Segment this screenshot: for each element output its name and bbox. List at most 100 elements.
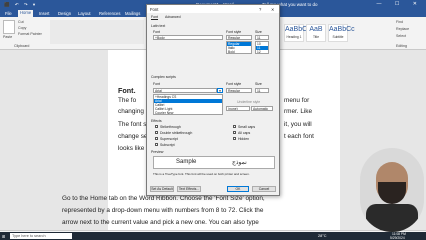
style-subtitle[interactable]: AaBbCc Subtitle (328, 24, 355, 42)
quick-access-toolbar[interactable]: ⬛ ↶ ↷ ▾ (4, 2, 37, 8)
doc-line: menu for (284, 97, 310, 104)
weather-indicator[interactable]: 28°C (318, 234, 326, 238)
text-effects-button[interactable]: Text Effects... (177, 186, 201, 192)
tab-insert[interactable]: Insert (37, 11, 51, 16)
latin-font-field[interactable]: +Body (153, 35, 223, 40)
doc-line: t each font (284, 133, 314, 140)
hidden-checkbox[interactable] (233, 137, 236, 140)
cs-size-field[interactable]: 11 (255, 88, 269, 93)
small-caps-checkbox[interactable] (233, 125, 236, 128)
copy-button[interactable]: Copy (18, 26, 26, 30)
editing-group-label: Editing (396, 44, 407, 48)
find-button[interactable]: Find (396, 20, 403, 24)
close-icon[interactable]: ✕ (271, 7, 275, 12)
strikethrough-checkbox[interactable] (155, 125, 158, 128)
doc-line: changing (118, 108, 144, 115)
cs-style-field[interactable]: Regular (226, 88, 252, 93)
style-name: Subtitle (332, 35, 344, 39)
tab-references[interactable]: References (97, 11, 122, 16)
style-title[interactable]: AaB Title (306, 24, 326, 42)
help-icon[interactable]: ? (259, 7, 261, 12)
dialog-titlebar: Font ? ✕ (147, 5, 279, 13)
underline-style-field[interactable]: (none) (226, 106, 250, 111)
preview-note: This is a TrueType font. This font will … (153, 172, 250, 176)
tab-mailings[interactable]: Mailings (123, 11, 142, 16)
webcam-overlay (360, 148, 424, 232)
doc-line: Go to the Home tab on the Word Ribbon. C… (62, 195, 265, 202)
double-strikethrough-checkbox[interactable] (155, 131, 158, 134)
clipboard-group-label: Clipboard (14, 44, 30, 48)
subscript-checkbox[interactable] (155, 143, 158, 146)
doc-line: The font s (118, 121, 147, 128)
taskbar-search[interactable]: Type here to search (10, 233, 72, 239)
start-icon[interactable]: ⊞ (2, 234, 5, 239)
checkbox-label: Double strikethrough (160, 130, 193, 135)
tab-home[interactable]: Home (18, 10, 34, 17)
latin-style-list[interactable]: Regular Italic Bold (226, 41, 252, 54)
cut-button[interactable]: Cut (18, 20, 24, 24)
style-name: Heading 1 (286, 35, 302, 39)
latin-style-field[interactable]: Regular (226, 35, 252, 40)
cs-size-label: Size (255, 82, 262, 86)
checkbox-label: Strikethrough (160, 124, 181, 129)
latin-size-list[interactable]: 10 11 12 (255, 41, 269, 54)
cs-style-label: Font style (226, 82, 242, 86)
list-item[interactable]: 12 (256, 50, 268, 53)
tab-file[interactable]: File (3, 11, 14, 16)
complex-scripts-label: Complex scripts (151, 75, 176, 79)
preview-box: Sample نموذج (153, 156, 275, 169)
doc-line: rmer. Like (284, 108, 313, 115)
clock-date[interactable]: 5/29/2024 (390, 236, 405, 240)
ok-button[interactable]: OK (227, 186, 249, 192)
dialog-title: Font (150, 6, 159, 12)
doc-heading: Font. (118, 86, 136, 95)
doc-line: looks like (118, 145, 145, 152)
font-dropdown-list[interactable]: +Headings CS Arial Calibri Calibri Light… (153, 94, 223, 115)
style-preview: AaBbCc (329, 26, 355, 33)
paste-icon[interactable] (3, 20, 15, 34)
doc-line: arrow next to the current value and pick… (62, 219, 259, 226)
presenter-shirt (366, 204, 418, 232)
latin-size-field[interactable]: 11 (255, 35, 269, 40)
style-preview: AaB (309, 26, 323, 33)
window-controls[interactable]: — ☐ ✕ (377, 1, 423, 7)
select-button[interactable]: Select (396, 34, 406, 38)
paste-button[interactable]: Paste (3, 35, 12, 39)
font-style-label: Font style (226, 30, 242, 34)
presenter-beard (378, 182, 406, 204)
tab-advanced[interactable]: Advanced (165, 15, 181, 19)
replace-button[interactable]: Replace (396, 27, 409, 31)
all-caps-checkbox[interactable] (233, 131, 236, 134)
checkbox-label: Small caps (238, 124, 256, 129)
format-painter-button[interactable]: Format Painter (18, 32, 42, 36)
checkbox-label: All caps (238, 130, 251, 135)
doc-line: The fo (118, 97, 137, 104)
preview-latin: Sample (176, 159, 197, 165)
doc-line: change se (118, 133, 148, 140)
tab-layout[interactable]: Layout (76, 11, 93, 16)
checkbox-label: Hidden (238, 136, 250, 141)
cs-font-label: Font (153, 82, 161, 86)
list-item[interactable]: Bold (227, 50, 251, 53)
doc-line: it, you will (284, 121, 312, 128)
superscript-checkbox[interactable] (155, 137, 158, 140)
underline-style-label: Underline style (237, 100, 261, 104)
cs-font-field[interactable]: Arial (153, 88, 217, 93)
checkbox-label: Superscript (160, 136, 178, 141)
taskbar: ⊞ Type here to search 28°C 11:08 PM 5/29… (0, 232, 426, 240)
style-heading1[interactable]: AaBbCc Heading 1 (284, 24, 311, 42)
font-group-placeholder (50, 20, 144, 44)
cancel-button[interactable]: Cancel (252, 186, 276, 192)
tab-font[interactable]: Font (151, 15, 158, 19)
style-preview: AaBbCc (285, 26, 311, 33)
preview-label: Preview (151, 150, 164, 154)
list-item[interactable]: Courier New (154, 111, 222, 114)
doc-line: represented by a drop-down menu with num… (62, 207, 264, 214)
set-as-default-button[interactable]: Set As Default (150, 186, 174, 192)
dropdown-arrow-icon[interactable]: ▾ (217, 88, 223, 93)
style-name: Title (312, 35, 320, 39)
latin-text-label: Latin text (151, 24, 166, 28)
underline-color-field[interactable]: Automatic (251, 106, 273, 111)
tab-design[interactable]: Design (56, 11, 73, 16)
size-label: Size (255, 30, 262, 34)
